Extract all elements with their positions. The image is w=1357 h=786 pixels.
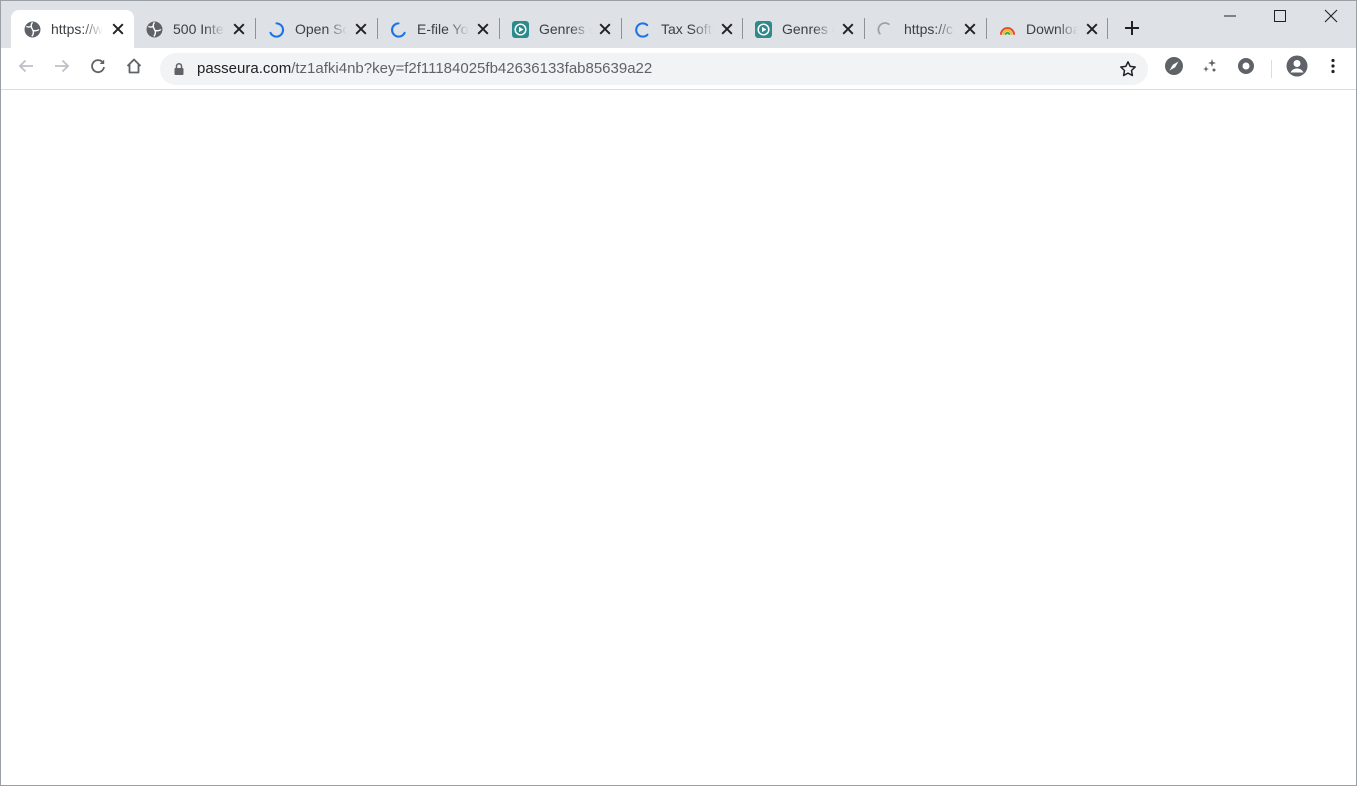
globe-icon	[24, 21, 41, 38]
tab-4[interactable]: E-file Yo	[377, 10, 499, 48]
url-text[interactable]: passeura.com/tz1afki4nb?key=f2f11184025f…	[197, 60, 652, 78]
record-extension-icon	[1237, 57, 1255, 80]
tab-strip: https://w 500 Inte Open Sc E-file Yo Gen…	[1, 1, 1356, 48]
tab-5[interactable]: Genres o	[499, 10, 621, 48]
lock-icon[interactable]	[172, 62, 186, 76]
tab-2-title: 500 Inte	[173, 21, 224, 37]
arrow-right-icon	[53, 57, 71, 80]
tab-8[interactable]: https://c	[864, 10, 986, 48]
close-icon[interactable]	[840, 21, 856, 37]
toolbar-divider	[1271, 60, 1272, 78]
tab-3-title: Open Sc	[295, 21, 347, 37]
close-icon[interactable]	[231, 21, 247, 37]
maximize-icon	[1274, 9, 1286, 27]
play-app-icon	[755, 21, 772, 38]
globe-icon	[146, 21, 163, 38]
maximize-button[interactable]	[1255, 1, 1305, 35]
tab-3[interactable]: Open Sc	[255, 10, 377, 48]
tab-7[interactable]: Genres o	[742, 10, 864, 48]
tab-6-title: Tax Softw	[661, 21, 713, 37]
menu-button[interactable]	[1321, 56, 1345, 80]
profile-button[interactable]	[1285, 55, 1309, 82]
minimize-icon	[1224, 9, 1236, 27]
url-host: passeura.com	[197, 60, 292, 77]
tab-6[interactable]: Tax Softw	[621, 10, 743, 48]
arrow-left-icon	[17, 57, 35, 80]
reload-icon	[89, 57, 107, 80]
tab-1-title: https://w	[51, 21, 103, 37]
home-icon	[125, 57, 143, 80]
tab-7-title: Genres o	[782, 21, 834, 37]
url-path: /tz1afki4nb?key=f2f11184025fb42636133fab…	[291, 60, 653, 77]
loading-spinner-icon	[268, 21, 285, 38]
more-vertical-icon	[1324, 57, 1342, 80]
extension-button-2[interactable]	[1198, 56, 1222, 80]
browser-window: https://w 500 Inte Open Sc E-file Yo Gen…	[0, 0, 1357, 786]
reload-button[interactable]	[86, 56, 110, 80]
extension-button-1[interactable]	[1162, 56, 1186, 80]
account-circle-icon	[1286, 55, 1308, 82]
extension-button-3[interactable]	[1234, 56, 1258, 80]
loading-spinner-icon	[634, 21, 651, 38]
tab-separator	[1107, 18, 1108, 39]
tab-8-title: https://c	[904, 21, 954, 37]
loading-spinner-gray-icon	[877, 21, 894, 38]
sparkle-extension-icon	[1201, 57, 1219, 80]
plus-icon	[1124, 20, 1140, 41]
rainbow-icon	[999, 21, 1016, 38]
close-icon[interactable]	[597, 21, 613, 37]
compass-extension-icon	[1164, 56, 1184, 81]
loading-spinner-icon	[390, 21, 407, 38]
close-icon	[1324, 9, 1338, 28]
back-button[interactable]	[14, 56, 38, 80]
address-bar[interactable]: passeura.com/tz1afki4nb?key=f2f11184025f…	[160, 53, 1148, 85]
close-icon[interactable]	[110, 21, 126, 37]
close-icon[interactable]	[475, 21, 491, 37]
tab-9-title: Downloa	[1026, 21, 1078, 37]
forward-button[interactable]	[50, 56, 74, 80]
minimize-button[interactable]	[1205, 1, 1255, 35]
play-app-icon	[512, 21, 529, 38]
page-content-area	[1, 90, 1356, 785]
new-tab-button[interactable]	[1120, 18, 1144, 42]
window-close-button[interactable]	[1306, 1, 1356, 35]
close-icon[interactable]	[962, 21, 978, 37]
tab-4-title: E-file Yo	[417, 21, 469, 37]
close-icon[interactable]	[353, 21, 369, 37]
tab-2[interactable]: 500 Inte	[133, 10, 255, 48]
tab-9[interactable]: Downloa	[986, 10, 1108, 48]
close-icon[interactable]	[719, 21, 735, 37]
browser-toolbar: passeura.com/tz1afki4nb?key=f2f11184025f…	[1, 48, 1356, 90]
tab-5-title: Genres o	[539, 21, 591, 37]
tab-1[interactable]: https://w	[11, 10, 134, 48]
home-button[interactable]	[122, 56, 146, 80]
bookmark-star-icon[interactable]	[1118, 59, 1138, 79]
close-icon[interactable]	[1084, 21, 1100, 37]
